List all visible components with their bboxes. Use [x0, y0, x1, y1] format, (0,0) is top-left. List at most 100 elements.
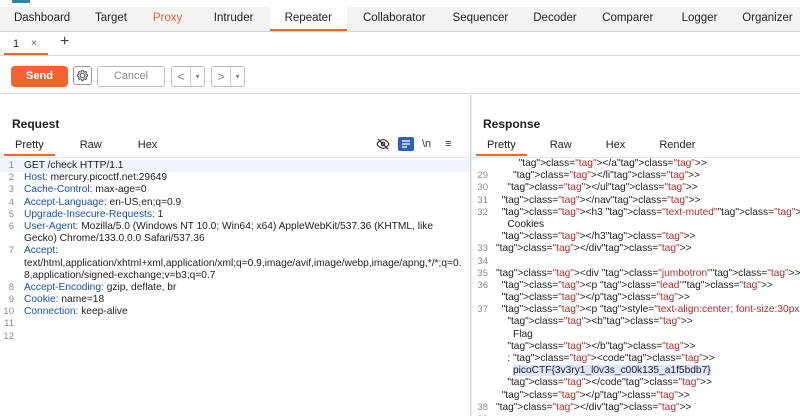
cancel-button[interactable]: Cancel [97, 66, 165, 87]
request-line: 2 Host: mercury.picoctf.net:29649 [0, 172, 470, 184]
line-text: Accept: [24, 245, 58, 257]
response-tab-render[interactable]: Render [648, 138, 706, 156]
line-text: Host: mercury.picoctf.net:29649 [24, 172, 168, 184]
line-text: Cookie: name=18 [24, 294, 105, 306]
line-number: 34 [477, 255, 488, 267]
response-view-tabs: Pretty Raw Hex Render [476, 138, 718, 156]
line-number: 32 [477, 206, 488, 218]
tab-target[interactable]: Target [84, 7, 138, 31]
response-title: Response [483, 117, 541, 131]
line-number: 31 [477, 194, 488, 206]
request-line: Gecko) Chrome/133.0.0.0 Safari/537.36 [0, 233, 470, 245]
line-text: text/html,application/xhtml+xml,applicat… [24, 257, 462, 269]
repeater-toolbar: Send Cancel < ▾ > ▾ [0, 56, 800, 94]
newline-toggle[interactable]: \n [422, 137, 431, 151]
line-text: "tag">class="tag"><b"tag">class="tag">> [507, 316, 693, 328]
response-line: 38 "tag">class="tag"></div"tag">class="ta… [472, 402, 800, 414]
tab-intruder[interactable]: Intruder [197, 7, 270, 31]
line-text: User-Agent: Mozilla/5.0 (Windows NT 10.0… [24, 220, 433, 232]
request-editor[interactable]: 1 GET /check HTTP/1.1 2 Host: mercury.picoc… [0, 157, 470, 416]
back-button[interactable]: < ▾ [171, 66, 205, 87]
response-line: 30 "tag">class="tag"></ul"tag">class="ta… [472, 182, 800, 194]
response-tab-raw[interactable]: Raw [539, 138, 583, 156]
line-number: 11 [4, 318, 14, 330]
tab-collaborator[interactable]: Collaborator [347, 7, 443, 31]
window-top-strip [0, 0, 800, 7]
tab-decoder[interactable]: Decoder [519, 7, 592, 31]
response-line: 32 "tag">class="tag"><h3 "tag">class="te… [472, 207, 800, 219]
response-line: 35 "tag">class="tag"><div "tag">class="ju… [472, 268, 800, 280]
wrap-lines-icon[interactable] [398, 137, 414, 151]
line-number: 2 [8, 172, 14, 184]
response-line: 33 "tag">class="tag"></div"tag">class="ta… [472, 243, 800, 255]
response-line: Cookies [472, 219, 800, 231]
request-line: 8,application/signed-exchange;v=b3;q=0.7 [0, 270, 470, 282]
line-text: Accept-Language: en-US,en;q=0.9 [24, 196, 182, 208]
tab-organizer[interactable]: Organizer [735, 7, 800, 31]
line-number: 37 [477, 304, 488, 316]
chevron-right-icon: > [217, 69, 225, 84]
line-number: 6 [8, 220, 14, 232]
line-text: "tag">class="tag"></li"tag">class="tag">… [512, 170, 700, 182]
line-text: Gecko) Chrome/133.0.0.0 Safari/537.36 [24, 233, 205, 245]
request-tab-raw[interactable]: Raw [69, 138, 113, 156]
add-tab-button[interactable]: + [60, 33, 69, 51]
settings-button[interactable] [73, 66, 92, 85]
request-tab-pretty[interactable]: Pretty [4, 138, 55, 156]
line-number: 9 [8, 294, 14, 306]
response-line: : "tag">class="tag"><code"tag">class="ta… [472, 353, 800, 365]
app-accent-bar [12, 0, 30, 3]
line-text: : "tag">class="tag"><code"tag">class="ta… [496, 353, 715, 364]
response-pane: Response Pretty Raw Hex Render "tag">class=… [472, 95, 800, 416]
response-editor[interactable]: "tag">class="tag"></a"tag">class="tag">>… [472, 157, 800, 416]
repeater-tab-bar: 1 × + [0, 32, 800, 56]
eye-slash-icon[interactable] [376, 137, 390, 151]
request-line: 10 Connection: keep-alive [0, 306, 470, 318]
line-text: "tag">class="tag"></p"tag">class="tag">> [501, 292, 690, 304]
line-text: "tag">class="tag"><p "tag">class="lead""… [501, 279, 773, 291]
line-number: 7 [8, 245, 14, 257]
response-line: "tag">class="tag"><b"tag">class="tag">> [472, 316, 800, 328]
repeater-tab-1[interactable]: 1 × [4, 35, 48, 55]
line-text: "tag">class="tag"></code"tag">class="tag… [507, 377, 712, 389]
line-number: 10 [3, 306, 14, 318]
request-line: 6 User-Agent: Mozilla/5.0 (Windows NT 10.… [0, 221, 470, 233]
menu-icon[interactable]: ≡ [445, 137, 451, 151]
tab-proxy[interactable]: Proxy [138, 7, 197, 31]
response-line: 29 "tag">class="tag"></li"tag">class="ta… [472, 170, 800, 182]
line-text: "tag">class="tag"></a"tag">class="tag">> [518, 158, 707, 169]
close-icon[interactable]: × [31, 35, 37, 53]
tab-logger[interactable]: Logger [664, 7, 735, 31]
tab-comparer[interactable]: Comparer [591, 7, 664, 31]
response-line: "tag">class="tag"></p"tag">class="tag">> [472, 390, 800, 402]
request-tab-hex[interactable]: Hex [127, 138, 169, 156]
forward-button[interactable]: > ▾ [211, 66, 245, 87]
request-title: Request [12, 117, 60, 131]
response-line: "tag">class="tag"></h3"tag">class="tag">… [472, 231, 800, 243]
response-line: "tag">class="tag"></b"tag">class="tag">> [472, 341, 800, 353]
line-text: Connection: keep-alive [24, 306, 128, 318]
line-number: 1 [8, 160, 14, 171]
request-line: 3 Cache-Control: max-age=0 [0, 184, 470, 196]
line-text: "tag">class="tag"></nav"tag">class="tag"… [501, 194, 701, 206]
chevron-left-icon: < [177, 69, 185, 84]
line-number: 4 [8, 196, 14, 208]
tab-dashboard[interactable]: Dashboard [0, 7, 84, 31]
line-text: "tag">class="tag"></div"tag">class="tag"… [496, 401, 692, 413]
line-text: Cache-Control: max-age=0 [24, 184, 147, 196]
request-line: text/html,application/xhtml+xml,applicat… [0, 258, 470, 270]
tab-repeater[interactable]: Repeater [269, 7, 347, 31]
chevron-down-icon[interactable]: ▾ [190, 67, 204, 86]
line-text: "tag">class="tag"></b"tag">class="tag">> [507, 340, 696, 352]
response-tab-hex[interactable]: Hex [595, 138, 637, 156]
main-tab-bar: Dashboard Target Proxy Intruder Repeater Coll… [0, 7, 800, 32]
line-text: "tag">class="tag"></div"tag">class="tag"… [496, 243, 692, 255]
response-tab-pretty[interactable]: Pretty [476, 138, 527, 156]
line-text: Upgrade-Insecure-Requests: 1 [24, 208, 164, 220]
line-text: "tag">class="tag"></p"tag">class="tag">> [501, 389, 690, 401]
tab-sequencer[interactable]: Sequencer [442, 7, 519, 31]
line-text: "tag">class="tag"></h3"tag">class="tag">… [501, 231, 696, 243]
send-button[interactable]: Send [11, 66, 68, 87]
repeater-tab-label: 1 [13, 38, 20, 50]
chevron-down-icon[interactable]: ▾ [230, 67, 244, 86]
